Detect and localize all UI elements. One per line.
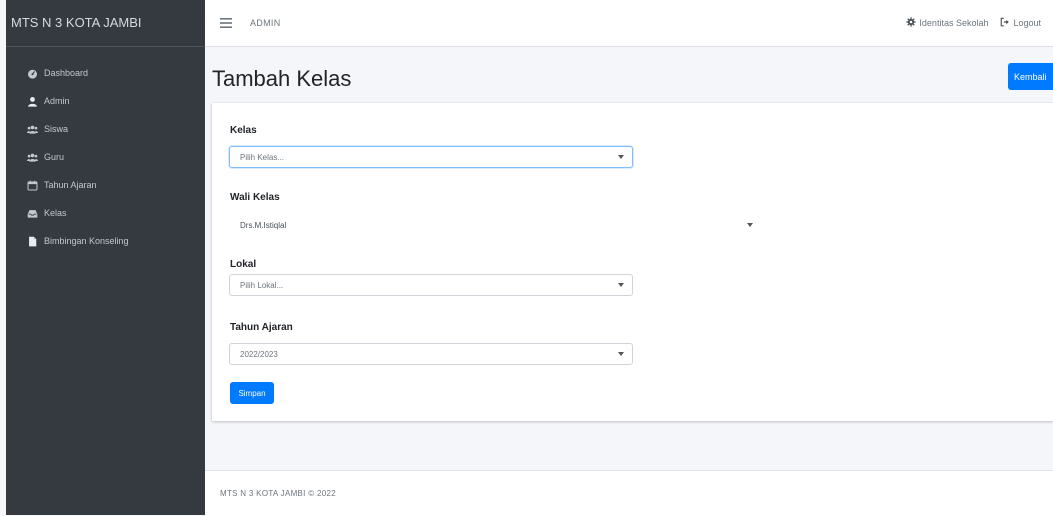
wali-kelas-select-value: Drs.M.Istiqlal [240, 220, 287, 230]
sidebar-nav: Dashboard Admin Siswa Guru Tahun Ajaran [6, 47, 205, 255]
lokal-select[interactable]: Pilih Lokal... [229, 274, 633, 296]
gear-icon [906, 17, 919, 29]
logout-icon [1000, 17, 1013, 29]
sidebar-item-tahun-ajaran[interactable]: Tahun Ajaran [6, 171, 205, 199]
sidebar-item-dashboard[interactable]: Dashboard [6, 59, 205, 87]
chevron-down-icon [618, 155, 624, 159]
wali-kelas-label: Wali Kelas [230, 192, 280, 203]
sidebar-item-guru[interactable]: Guru [6, 143, 205, 171]
logout-link[interactable]: Logout [1000, 17, 1041, 29]
tahun-ajaran-select-value: 2022/2023 [240, 349, 278, 359]
sidebar-item-label: Kelas [44, 208, 67, 218]
logout-label: Logout [1013, 18, 1041, 28]
sidebar-item-bimbingan-konseling[interactable]: Bimbingan Konseling [6, 227, 205, 255]
sidebar: MTS N 3 KOTA JAMBI Dashboard Admin Siswa… [6, 0, 205, 515]
sidebar-item-label: Siswa [44, 124, 69, 134]
sidebar-item-kelas[interactable]: Kelas [6, 199, 205, 227]
lokal-select-value: Pilih Lokal... [240, 280, 284, 290]
footer: MTS N 3 KOTA JAMBI © 2022 [205, 470, 1053, 516]
chevron-down-icon [747, 223, 753, 227]
hamburger-icon[interactable] [220, 18, 232, 28]
sidebar-item-label: Dashboard [44, 68, 89, 78]
top-navbar: ADMIN Identitas Sekolah Logout [205, 0, 1053, 47]
top-right-links: Identitas Sekolah Logout [906, 17, 1053, 29]
brand-title[interactable]: MTS N 3 KOTA JAMBI [6, 0, 205, 47]
save-button[interactable]: Simpan [230, 382, 274, 404]
sidebar-item-label: Bimbingan Konseling [44, 236, 129, 246]
kelas-select[interactable]: Pilih Kelas... [229, 146, 633, 168]
sidebar-item-siswa[interactable]: Siswa [6, 115, 205, 143]
user-icon [26, 95, 38, 107]
back-button[interactable]: Kembali [1008, 63, 1053, 90]
wali-kelas-select[interactable]: Drs.M.Istiqlal [229, 214, 762, 236]
chevron-down-icon [618, 352, 624, 356]
sidebar-item-label: Admin [44, 96, 70, 106]
lokal-label: Lokal [230, 259, 257, 270]
user-role-label: ADMIN [250, 18, 281, 28]
kelas-select-value: Pilih Kelas... [240, 152, 285, 162]
file-icon [26, 235, 38, 247]
tahun-ajaran-select[interactable]: 2022/2023 [229, 343, 633, 365]
kelas-label: Kelas [230, 125, 257, 136]
tahun-ajaran-label: Tahun Ajaran [230, 322, 293, 333]
dashboard-icon [26, 67, 38, 79]
sidebar-item-label: Tahun Ajaran [44, 180, 97, 190]
page-title: Tambah Kelas [212, 66, 352, 91]
users-icon [26, 151, 38, 163]
users-icon [26, 123, 38, 135]
identitas-sekolah-label: Identitas Sekolah [919, 18, 989, 28]
sidebar-item-label: Guru [44, 152, 65, 162]
identitas-sekolah-link[interactable]: Identitas Sekolah [906, 17, 988, 29]
footer-copyright: MTS N 3 KOTA JAMBI © 2022 [220, 489, 336, 498]
sidebar-item-admin[interactable]: Admin [6, 87, 205, 115]
chevron-down-icon [618, 283, 624, 287]
inbox-icon [26, 207, 38, 219]
calendar-icon [26, 179, 38, 191]
form-card: Kelas Pilih Kelas... Wali Kelas Drs.M.Is… [212, 103, 1053, 421]
